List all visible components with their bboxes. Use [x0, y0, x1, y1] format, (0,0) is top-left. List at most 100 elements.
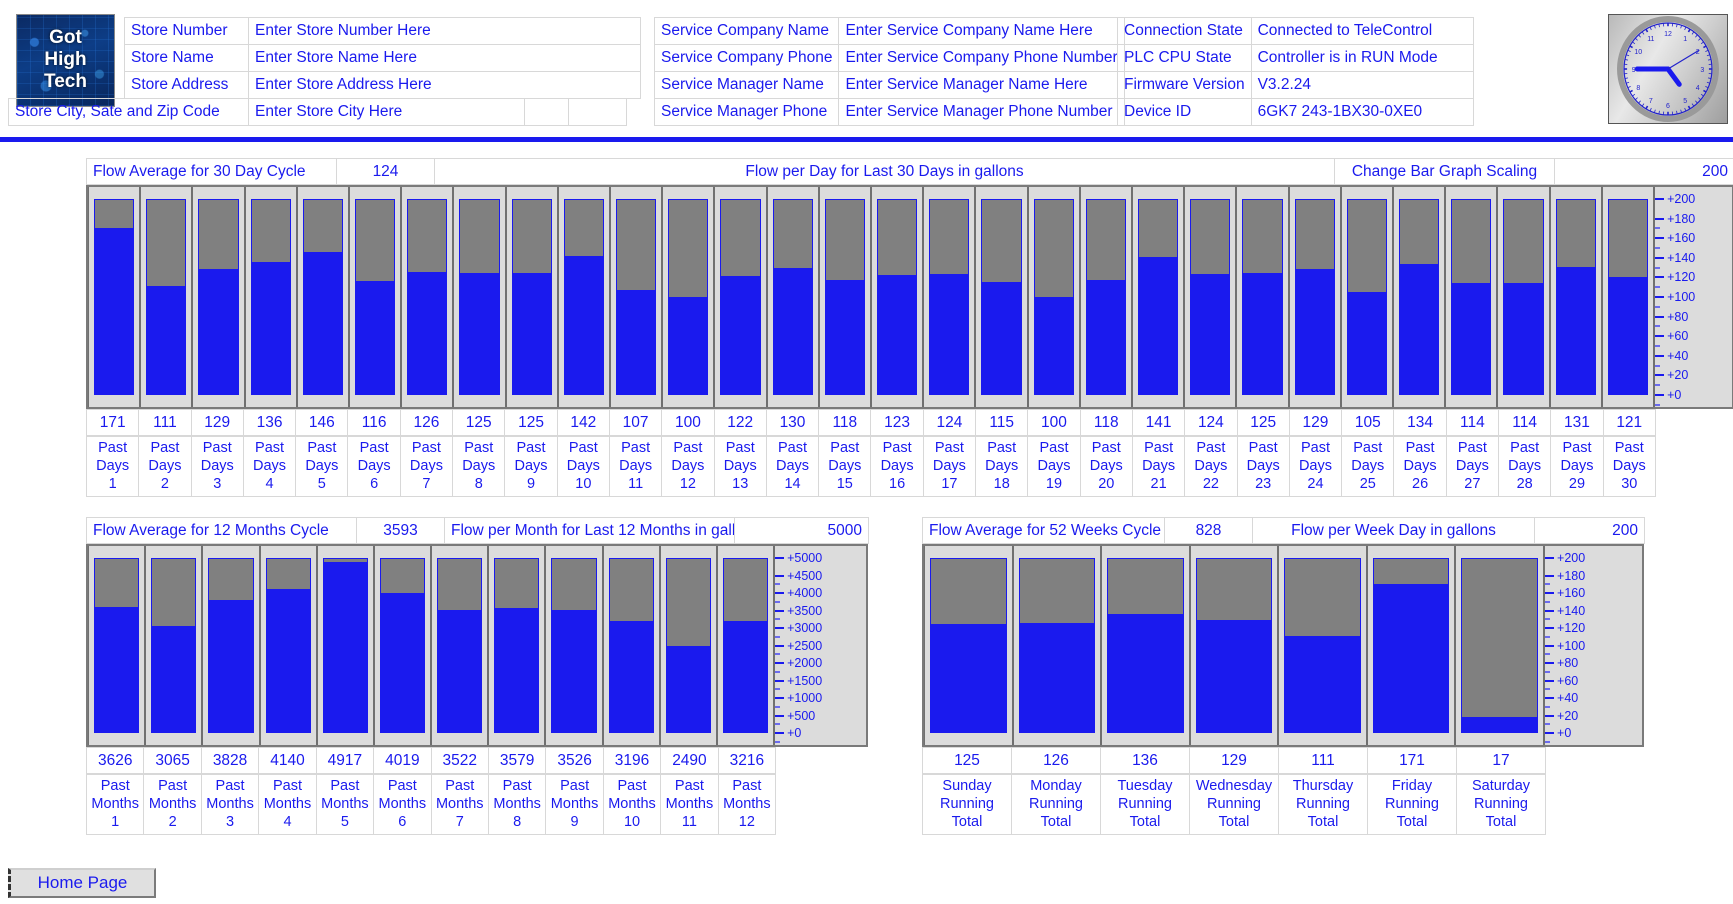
- table-row: Past Months 1 Past Months 2 Past Months 3 Past Mon…: [85, 774, 869, 835]
- bar-fill: [1462, 717, 1538, 732]
- axis-tick-minor: [775, 600, 781, 603]
- service-manager-name-input[interactable]: Enter Service Manager Name Here: [838, 71, 1125, 99]
- table-row: 3626 3065 3828 4140 4917 4019 3522 3579 3526 3196…: [85, 747, 869, 774]
- weekly-chart-title: Flow per Week Day in gallons: [1252, 517, 1535, 544]
- axis-tick-minor: [775, 653, 781, 656]
- value-cell: 125: [1236, 409, 1290, 436]
- service-manager-phone-input[interactable]: Enter Service Manager Phone Number: [838, 98, 1125, 126]
- category-line: Days: [775, 458, 810, 474]
- table-row: Store City, Sate and Zip Code Enter Stor…: [8, 98, 627, 126]
- bar-track: [563, 199, 605, 395]
- category-line: Past: [1510, 440, 1540, 456]
- bar-5: [316, 546, 374, 745]
- category-cell: Past Days 2: [138, 436, 192, 497]
- category-line: Months: [91, 796, 139, 812]
- monthly-average-label: Flow Average for 12 Months Cycle: [86, 517, 357, 544]
- axis-tick-label: +0: [787, 726, 802, 740]
- weekly-scale-value[interactable]: 200: [1534, 517, 1645, 544]
- value-cell: 105: [1341, 409, 1395, 436]
- change-bar-graph-scaling-button[interactable]: Change Bar Graph Scaling: [1334, 158, 1555, 185]
- store-name-input[interactable]: Enter Store Name Here: [248, 44, 641, 72]
- svg-text:1: 1: [1683, 36, 1687, 43]
- category-line: Months: [550, 796, 599, 812]
- axis-tick-minor: [1655, 247, 1661, 249]
- category-cell: Past Months 10: [602, 774, 662, 835]
- value-cell: 129: [1288, 409, 1343, 436]
- monthly-flow-panel: Flow Average for 12 Months Cycle 3593 Fl…: [85, 517, 869, 835]
- bar-track: [772, 199, 813, 395]
- bar-9: [545, 546, 603, 745]
- category-cell: Past Months 3: [200, 774, 260, 835]
- store-address-input[interactable]: Enter Store Address Here: [248, 71, 641, 99]
- value-cell: 130: [765, 409, 820, 436]
- category-line: Months: [206, 796, 254, 812]
- daily-labels-row: Past Days 1 Past Days 2 Past Days 3 Past Days 4 Past…: [85, 436, 1733, 497]
- category-line: Months: [378, 796, 427, 812]
- category-cell: Past Days 29: [1550, 436, 1604, 497]
- monthly-average-value: 3593: [356, 517, 445, 544]
- weekly-flow-panel: Flow Average for 52 Weeks Cycle 828 Flow…: [922, 517, 1645, 835]
- value-cell: 3526: [545, 747, 604, 774]
- bar-fill: [438, 610, 482, 732]
- axis-spacer: [776, 748, 868, 774]
- category-line: Past: [307, 440, 337, 456]
- store-state-input[interactable]: [524, 98, 569, 126]
- category-line: Days: [723, 458, 757, 474]
- category-line: Months: [608, 796, 656, 812]
- store-city-input[interactable]: Enter Store City Here: [248, 98, 525, 126]
- monthly-scale-value[interactable]: 5000: [734, 517, 869, 544]
- bar-24: [1288, 187, 1341, 407]
- service-company-phone-input[interactable]: Enter Service Company Phone Number: [838, 44, 1125, 72]
- category-line: 11: [628, 476, 644, 492]
- axis-tick: [775, 644, 785, 647]
- axis-tick-minor: [1545, 618, 1551, 621]
- axis-tick-minor: [1545, 705, 1551, 708]
- bar-1: [924, 546, 1013, 745]
- value-cell: 3522: [430, 747, 489, 774]
- axis-tick: [775, 697, 785, 699]
- category-line: Days: [1351, 458, 1385, 474]
- category-line: 4: [265, 476, 274, 492]
- value-cell: 118: [1079, 409, 1133, 436]
- value-cell: 131: [1550, 409, 1604, 436]
- store-zip-input[interactable]: [568, 98, 627, 126]
- category-cell: Past Months 9: [545, 774, 604, 835]
- bar-fill: [1139, 257, 1178, 394]
- axis-spacer: [1546, 748, 1645, 774]
- category-cell: Past Days 6: [347, 436, 401, 497]
- bar-track: [1399, 199, 1440, 395]
- bar-2: [140, 187, 193, 407]
- category-line: Running: [1028, 796, 1083, 812]
- svg-text:10: 10: [1634, 49, 1642, 56]
- y-axis: +0 +500 +1000 +1500 +2000 +2500 +3000 +3500 +400…: [774, 546, 867, 745]
- value-cell: 171: [85, 409, 140, 436]
- axis-tick: [1545, 557, 1555, 559]
- service-company-name-input[interactable]: Enter Service Company Name Here: [838, 17, 1125, 45]
- bar-track: [1085, 199, 1127, 395]
- home-page-button[interactable]: Home Page: [8, 868, 156, 898]
- bar-22: [1184, 187, 1237, 407]
- category-line: Days: [253, 458, 287, 474]
- store-number-input[interactable]: Enter Store Number Here: [248, 17, 641, 45]
- category-line: Past: [778, 440, 808, 456]
- header-divider: [0, 137, 1733, 142]
- bar-6: [1366, 546, 1456, 745]
- category-line: 10: [623, 814, 641, 830]
- category-line: Past: [464, 440, 494, 456]
- category-line: 18: [993, 476, 1010, 492]
- bar-7: [1455, 546, 1545, 745]
- axis-tick-minor: [1655, 384, 1661, 387]
- bar-fill: [1608, 276, 1648, 394]
- category-cell: Past Days 30: [1602, 436, 1656, 497]
- bar-fill: [1504, 283, 1543, 394]
- bar-fill: [609, 621, 653, 732]
- bar-fill: [152, 625, 196, 732]
- bar-4: [259, 546, 317, 745]
- axis-tick: [1655, 198, 1665, 200]
- axis-tick: [1545, 574, 1555, 577]
- bar-fill: [931, 623, 1006, 732]
- store-number-label: Store Number: [124, 17, 249, 45]
- axis-tick-minor: [775, 635, 781, 638]
- axis-tick-minor: [1545, 723, 1551, 726]
- daily-scale-value[interactable]: 200: [1554, 158, 1733, 185]
